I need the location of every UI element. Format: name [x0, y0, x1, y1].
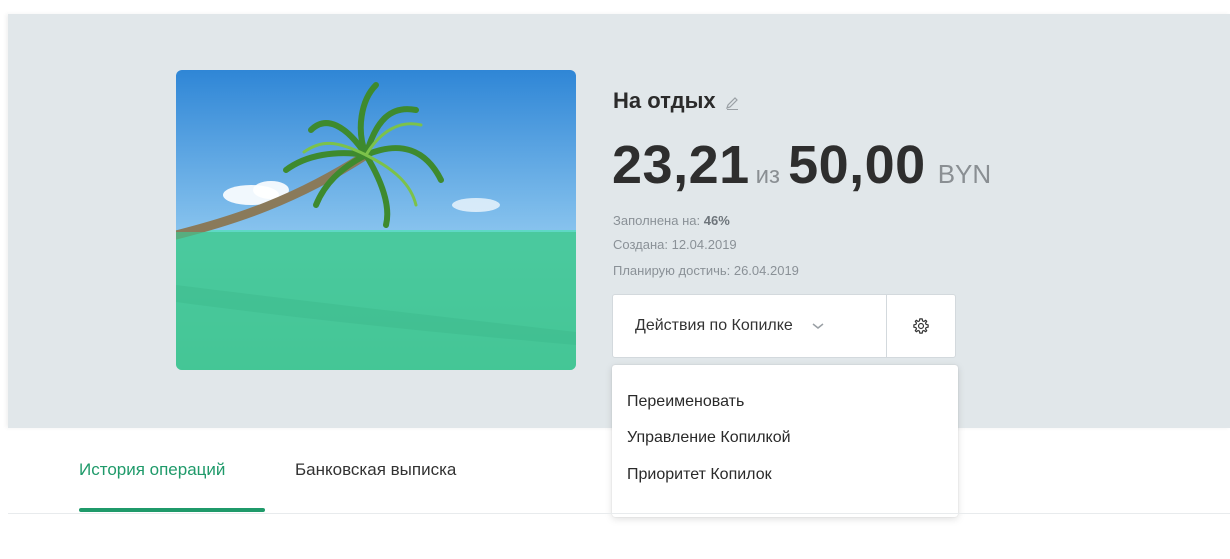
currency-label: BYN [937, 159, 992, 189]
fill-progress-text: Заполнена на: 46% [613, 213, 730, 228]
tab-operations-history[interactable]: История операций [79, 460, 225, 480]
created-date-text: Создана: 12.04.2019 [613, 237, 737, 252]
goal-photo [176, 70, 576, 370]
target-amount: 50,00 [788, 135, 926, 195]
actions-dropdown-button[interactable]: Действия по Копилке [613, 295, 887, 357]
tab-bank-statement[interactable]: Банковская выписка [295, 460, 456, 480]
page: На отдых 23,21 из 50,00 BYN Заполнена на… [0, 0, 1230, 559]
menu-item-manage[interactable]: Управление Копилкой [627, 429, 791, 447]
settings-button[interactable] [887, 295, 955, 357]
goal-title: На отдых [613, 88, 716, 113]
progress-fill [176, 232, 576, 370]
fill-value: 46% [703, 213, 730, 228]
menu-item-priority[interactable]: Приоритет Копилок [627, 466, 772, 484]
chevron-down-icon [812, 323, 824, 329]
goal-title-row: На отдых [613, 88, 740, 114]
goal-actions-control: Действия по Копилке [612, 294, 956, 358]
active-tab-indicator [79, 508, 265, 512]
tabs-divider [8, 513, 1230, 514]
actions-dropdown-menu: Переименовать Управление Копилкой Приори… [612, 365, 958, 517]
gear-icon [913, 318, 929, 334]
menu-item-rename[interactable]: Переименовать [627, 393, 744, 411]
current-amount: 23,21 [612, 135, 750, 195]
fill-label: Заполнена на: [613, 213, 701, 228]
palm-beach-image [176, 70, 576, 370]
plan-date-text: Планирую достичь: 26.04.2019 [613, 263, 799, 278]
goal-amount: 23,21 из 50,00 BYN [612, 134, 991, 196]
actions-dropdown-label: Действия по Копилке [635, 317, 793, 334]
amount-of-label: из [755, 162, 781, 189]
pencil-icon[interactable] [724, 95, 740, 111]
